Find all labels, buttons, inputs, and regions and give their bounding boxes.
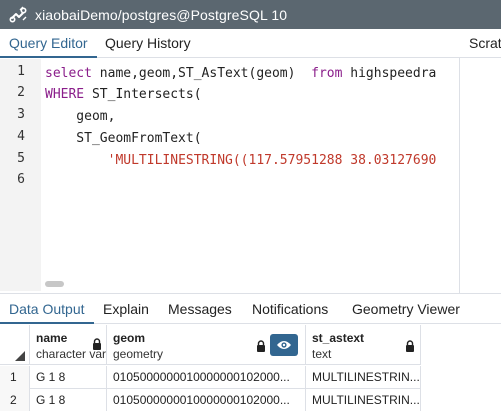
tab-explain[interactable]: Explain	[103, 294, 149, 324]
table-row[interactable]: 2 G 1 8 0105000000010000000102000... MUL…	[0, 389, 421, 411]
keyword-select: select	[45, 66, 92, 81]
code-line-2: WHERE ST_Intersects(	[45, 84, 202, 105]
code-line-3: geom,	[45, 109, 116, 124]
code-line-5: 'MULTILINESTRING((117.57951288 38.031276…	[45, 150, 437, 171]
keyword-from: from	[311, 66, 343, 81]
line-number: 1	[17, 64, 25, 79]
line-number: 3	[17, 107, 25, 122]
cell-st-astext[interactable]: MULTILINESTRIN...	[306, 366, 421, 389]
tab-query-history[interactable]: Query History	[105, 29, 191, 58]
tab-data-output[interactable]: Data Output	[0, 294, 94, 324]
cell-name[interactable]: G 1 8	[30, 366, 107, 389]
code-table: highspeedra	[342, 66, 437, 81]
cell-st-astext[interactable]: MULTILINESTRIN...	[306, 389, 421, 411]
select-all-corner[interactable]	[0, 325, 30, 365]
column-header-geom[interactable]: geom geometry	[107, 325, 306, 365]
view-geometry-button[interactable]	[270, 334, 298, 356]
tab-scratch-pad[interactable]: Scrat	[469, 29, 501, 58]
code-function: ST_Intersects(	[84, 87, 202, 102]
line-number: 4	[17, 129, 25, 144]
line-number: 5	[17, 151, 25, 166]
lock-icon	[406, 340, 414, 352]
code-line-4: ST_GeomFromText(	[45, 131, 202, 146]
line-number-gutter: 1 2 3 4 5 6	[0, 59, 41, 291]
scratch-pad-pane[interactable]	[460, 59, 501, 291]
line-number: 6	[17, 172, 25, 187]
column-type: geometry	[113, 347, 164, 361]
lock-icon	[257, 340, 265, 352]
connection-icon[interactable]	[9, 6, 27, 24]
column-header-st-astext[interactable]: st_astext text	[306, 325, 421, 365]
lock-icon	[93, 338, 101, 350]
tab-geometry-viewer[interactable]: Geometry Viewer	[352, 294, 460, 324]
column-name: name	[36, 331, 68, 345]
column-name: st_astext	[312, 331, 365, 345]
title-bar: xiaobaiDemo/postgres@PostgreSQL 10	[0, 0, 501, 29]
window-title: xiaobaiDemo/postgres@PostgreSQL 10	[35, 6, 288, 23]
cell-geom[interactable]: 0105000000010000000102000...	[107, 366, 306, 389]
cell-geom[interactable]: 0105000000010000000102000...	[107, 389, 306, 411]
tab-query-editor[interactable]: Query Editor	[0, 29, 97, 58]
editor-tabs: Query Editor Query History Scrat	[0, 29, 501, 294]
row-number[interactable]: 2	[0, 389, 30, 411]
sql-editor[interactable]: 1 2 3 4 5 6 select name,geom,ST_AsText(g…	[0, 59, 459, 291]
column-header-name[interactable]: name character var	[30, 325, 107, 365]
horizontal-scrollbar[interactable]	[45, 281, 64, 287]
tab-messages[interactable]: Messages	[168, 294, 232, 324]
cell-name[interactable]: G 1 8	[30, 389, 107, 411]
column-name: geom	[113, 331, 146, 345]
results-grid: name character var geom geometry st_aste…	[0, 325, 501, 411]
output-tabs: Data Output Explain Messages Notificatio…	[0, 293, 501, 324]
tab-notifications[interactable]: Notifications	[252, 294, 328, 324]
row-number[interactable]: 1	[0, 366, 30, 389]
column-type: text	[312, 347, 332, 361]
code-area[interactable]: select name,geom,ST_AsText(geom) from hi…	[45, 59, 459, 291]
table-row[interactable]: 1 G 1 8 0105000000010000000102000... MUL…	[0, 366, 421, 389]
line-number: 2	[17, 85, 25, 100]
sort-corner-icon	[15, 351, 25, 361]
code-line-1: select name,geom,ST_AsText(geom) from hi…	[45, 63, 436, 84]
code-columns: name,geom,ST_AsText(geom)	[91, 66, 312, 81]
eye-icon	[277, 341, 291, 349]
keyword-where: WHERE	[45, 87, 85, 102]
code-string-literal: 'MULTILINESTRING((117.57951288 38.031276…	[107, 153, 437, 168]
